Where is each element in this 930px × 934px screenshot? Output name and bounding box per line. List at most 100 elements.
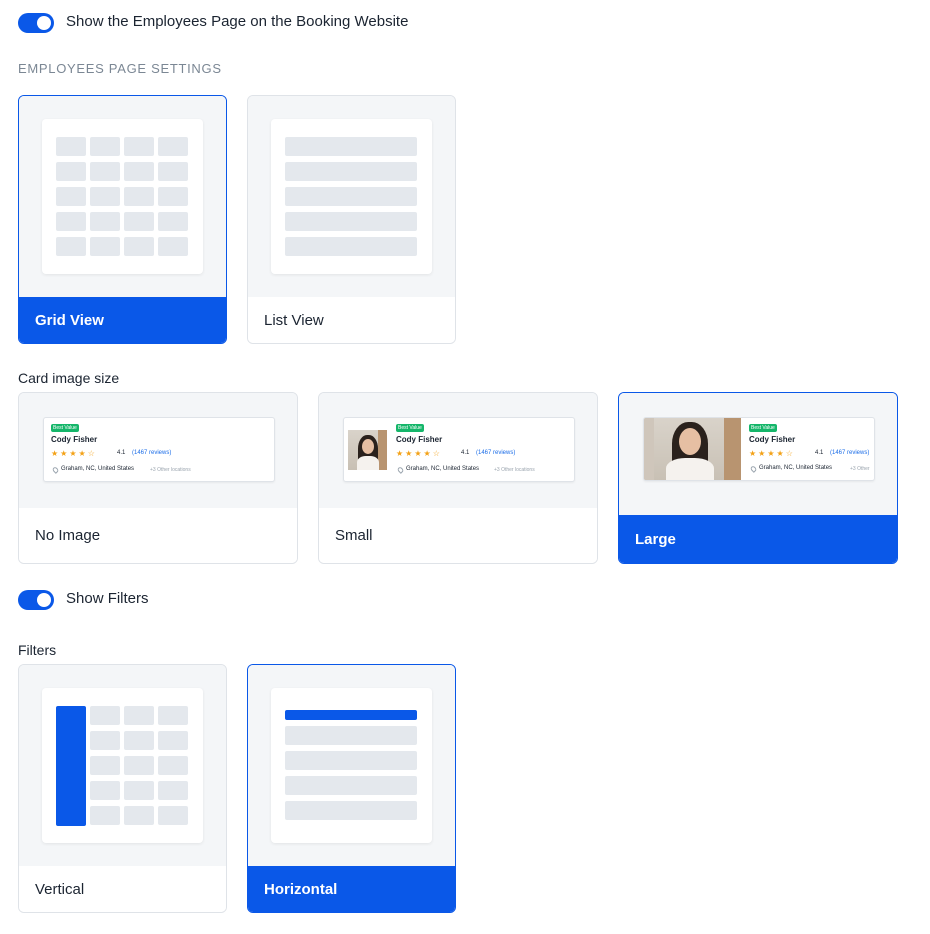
- vertical-label: Vertical: [19, 866, 226, 912]
- list-row-placeholder: [285, 801, 417, 820]
- grid-cell-placeholder: [158, 162, 188, 181]
- grid-cell-placeholder: [90, 237, 120, 256]
- grid-view-label: Grid View: [19, 297, 226, 343]
- grid-cell-placeholder: [124, 137, 154, 156]
- other-locations: +3 Other: [850, 466, 870, 472]
- large-image-label: Large: [619, 515, 897, 563]
- list-row-placeholder: [285, 137, 417, 156]
- grid-cell-placeholder: [158, 806, 188, 825]
- employee-name: Cody Fisher: [51, 435, 98, 444]
- grid-cell-placeholder: [56, 237, 86, 256]
- no-image-option[interactable]: Best Value Cody Fisher ★★★★☆ 4.1 (1467 r…: [18, 392, 298, 564]
- no-image-label: No Image: [19, 508, 297, 563]
- grid-cell-placeholder: [158, 212, 188, 231]
- grid-cell-placeholder: [158, 731, 188, 750]
- grid-cell-placeholder: [124, 706, 154, 725]
- small-image-preview: Best Value Cody Fisher ★★★★☆ 4.1 (1467 r…: [319, 393, 597, 509]
- list-row-placeholder: [285, 776, 417, 795]
- grid-cell-placeholder: [56, 137, 86, 156]
- toggle-knob: [37, 593, 51, 607]
- employee-photo: [644, 418, 741, 480]
- star-rating-icons: ★★★★☆: [749, 449, 795, 458]
- filters-label: Filters: [18, 642, 57, 658]
- rating-value: 4.1: [461, 450, 470, 456]
- location-text: Graham, NC, United States: [759, 465, 833, 471]
- grid-view-preview: [19, 96, 226, 298]
- show-filters-label: Show Filters: [66, 590, 149, 607]
- location-pin-icon: [749, 465, 758, 473]
- horizontal-preview-panel: [271, 688, 432, 843]
- grid-cell-placeholder: [90, 706, 120, 725]
- rating-value: 4.1: [815, 450, 824, 456]
- list-view-label: List View: [248, 297, 455, 343]
- grid-cell-placeholder: [90, 756, 120, 775]
- no-image-preview: Best Value Cody Fisher ★★★★☆ 4.1 (1467 r…: [19, 393, 297, 509]
- reviews-count: (1467 reviews): [132, 450, 172, 456]
- grid-cell-placeholder: [158, 781, 188, 800]
- grid-cell-placeholder: [90, 212, 120, 231]
- horizontal-label: Horizontal: [248, 866, 455, 912]
- grid-cell-placeholder: [56, 187, 86, 206]
- grid-cell-placeholder: [124, 187, 154, 206]
- grid-cell-placeholder: [124, 237, 154, 256]
- list-row-placeholder: [285, 751, 417, 770]
- list-row-placeholder: [285, 726, 417, 745]
- small-image-label: Small: [319, 508, 597, 563]
- grid-view-option[interactable]: Grid View: [18, 95, 227, 344]
- star-rating-icons: ★★★★☆: [396, 449, 442, 458]
- employees-page-toggle[interactable]: [18, 13, 54, 33]
- list-row-placeholder: [285, 162, 417, 181]
- list-row-placeholder: [285, 212, 417, 231]
- horizontal-filters-option[interactable]: Horizontal: [247, 664, 456, 913]
- grid-cell-placeholder: [124, 806, 154, 825]
- vertical-filters-option[interactable]: Vertical: [18, 664, 227, 913]
- other-locations: +3 Other locations: [150, 467, 191, 473]
- section-heading: EMPLOYEES PAGE SETTINGS: [18, 61, 222, 76]
- vertical-filters-preview: [19, 665, 226, 867]
- employees-page-toggle-label: Show the Employees Page on the Booking W…: [66, 13, 409, 30]
- employee-card-preview: Best Value Cody Fisher ★★★★☆ 4.1 (1467 r…: [343, 417, 575, 482]
- grid-cell-placeholder: [90, 187, 120, 206]
- grid-cell-placeholder: [56, 212, 86, 231]
- list-preview-panel: [271, 119, 432, 274]
- grid-cell-placeholder: [90, 731, 120, 750]
- grid-cell-placeholder: [158, 706, 188, 725]
- grid-cell-placeholder: [158, 137, 188, 156]
- show-filters-toggle[interactable]: [18, 590, 54, 610]
- grid-cell-placeholder: [90, 137, 120, 156]
- list-view-preview: [248, 96, 455, 298]
- reviews-count: (1467 reviews): [476, 450, 516, 456]
- grid-cell-placeholder: [90, 781, 120, 800]
- grid-cell-placeholder: [124, 756, 154, 775]
- grid-cell-placeholder: [90, 162, 120, 181]
- small-image-option[interactable]: Best Value Cody Fisher ★★★★☆ 4.1 (1467 r…: [318, 392, 598, 564]
- list-row-placeholder: [285, 187, 417, 206]
- grid-cell-placeholder: [124, 162, 154, 181]
- location-text: Graham, NC, United States: [406, 466, 480, 472]
- best-value-badge: Best Value: [749, 424, 777, 432]
- reviews-count: (1467 reviews): [830, 450, 870, 456]
- other-locations: +3 Other locations: [494, 467, 535, 473]
- grid-cell-placeholder: [56, 162, 86, 181]
- rating-value: 4.1: [117, 450, 126, 456]
- employee-name: Cody Fisher: [749, 435, 796, 444]
- large-image-preview: Best Value Cody Fisher ★★★★☆ 4.1 (1467 r…: [619, 393, 897, 516]
- star-rating-icons: ★★★★☆: [51, 449, 97, 458]
- grid-cell-placeholder: [158, 187, 188, 206]
- large-image-option[interactable]: Best Value Cody Fisher ★★★★☆ 4.1 (1467 r…: [618, 392, 898, 564]
- location-pin-icon: [51, 466, 60, 474]
- grid-cell-placeholder: [158, 237, 188, 256]
- employee-name: Cody Fisher: [396, 435, 443, 444]
- list-view-option[interactable]: List View: [247, 95, 456, 344]
- best-value-badge: Best Value: [51, 424, 79, 432]
- list-row-placeholder: [285, 237, 417, 256]
- grid-cell-placeholder: [124, 212, 154, 231]
- grid-cell-placeholder: [124, 781, 154, 800]
- horizontal-filter-bar: [285, 710, 417, 720]
- grid-cell-placeholder: [158, 756, 188, 775]
- grid-preview-panel: [42, 119, 203, 274]
- vertical-filter-bar: [56, 706, 86, 826]
- employee-card-preview: Best Value Cody Fisher ★★★★☆ 4.1 (1467 r…: [643, 417, 875, 481]
- employee-photo: [348, 430, 387, 470]
- horizontal-filters-preview: [248, 665, 455, 867]
